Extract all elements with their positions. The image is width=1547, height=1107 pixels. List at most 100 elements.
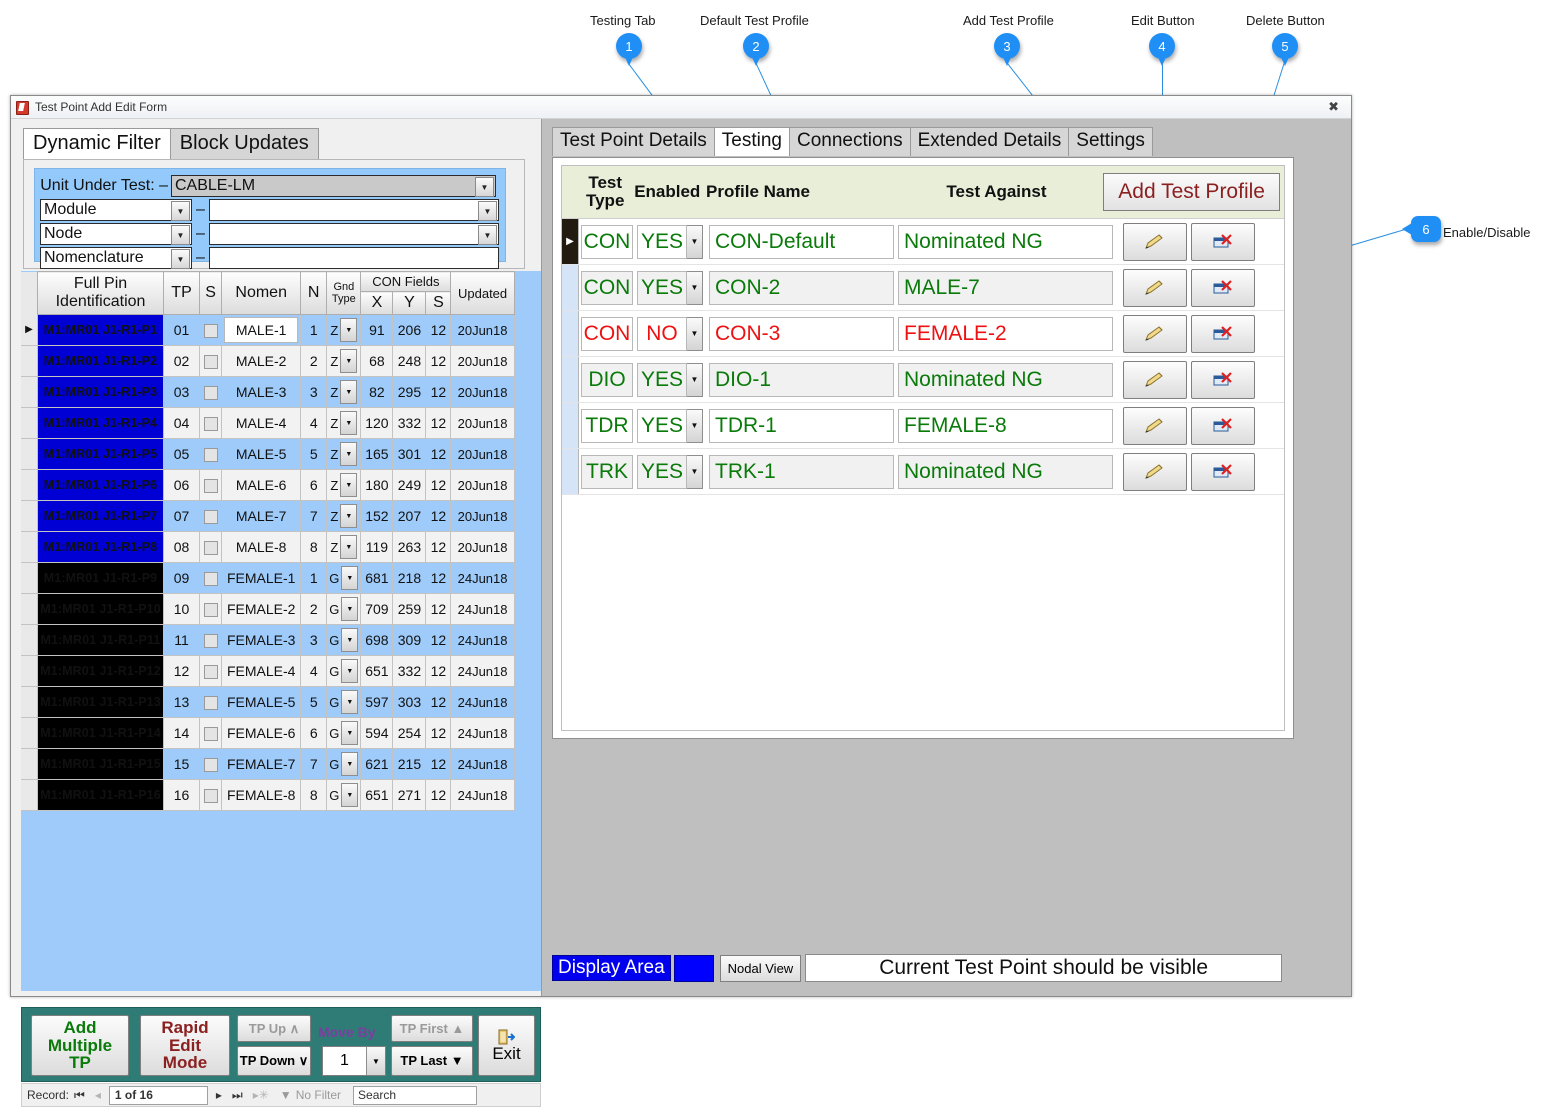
cell-tp[interactable]: 16	[164, 780, 200, 811]
checkbox-icon[interactable]	[204, 541, 218, 555]
delete-profile-button[interactable]	[1191, 223, 1255, 261]
cell-x[interactable]: 152	[361, 501, 393, 532]
chevron-down-icon[interactable]: ▼	[687, 455, 703, 489]
cell-select-checkbox[interactable]	[200, 346, 222, 377]
row-selector[interactable]	[21, 377, 38, 408]
tab-testing[interactable]: Testing	[714, 127, 790, 156]
cell-test-type[interactable]: TDR	[581, 409, 633, 443]
cell-profile-name[interactable]: TDR-1	[709, 409, 894, 443]
cell-full-pin-id[interactable]: M1:MR01 J1-R1-P6	[38, 470, 164, 501]
col-profile-name[interactable]: Profile Name	[702, 183, 890, 201]
cell-profile-name[interactable]: CON-Default	[709, 225, 894, 259]
add-multiple-tp-button[interactable]: Add Multiple TP	[31, 1015, 129, 1076]
cell-x[interactable]: 681	[361, 563, 393, 594]
cell-select-checkbox[interactable]	[200, 687, 222, 718]
cell-profile-name[interactable]: TRK-1	[709, 455, 894, 489]
cell-full-pin-id[interactable]: M1:MR01 J1-R1-P10	[38, 594, 164, 625]
cell-enabled[interactable]: YES▼	[635, 225, 703, 259]
cell-s[interactable]: 12	[426, 780, 451, 811]
test-profile-row[interactable]: ▶CONYES▼CON-DefaultNominated NG	[562, 219, 1284, 265]
gnd-type-combo[interactable]: G▼	[327, 594, 360, 624]
tab-settings[interactable]: Settings	[1068, 127, 1153, 156]
table-row[interactable]: M1:MR01 J1-R1-P1010FEMALE-22G▼7092591224…	[21, 594, 541, 625]
cell-full-pin-id[interactable]: M1:MR01 J1-R1-P7	[38, 501, 164, 532]
tab-test-point-details[interactable]: Test Point Details	[552, 127, 715, 156]
delete-profile-button[interactable]	[1191, 269, 1255, 307]
cell-full-pin-id[interactable]: M1:MR01 J1-R1-P8	[38, 532, 164, 563]
cell-tp[interactable]: 02	[164, 346, 200, 377]
cell-x[interactable]: 68	[361, 346, 393, 377]
table-row[interactable]: M1:MR01 J1-R1-P1414FEMALE-66G▼5942541224…	[21, 718, 541, 749]
col-n[interactable]: N	[301, 272, 327, 315]
test-profile-row[interactable]: TDRYES▼TDR-1FEMALE-8	[562, 403, 1284, 449]
table-row[interactable]: M1:MR01 J1-R1-P707MALE-77Z▼1522071220Jun…	[21, 501, 541, 532]
table-row[interactable]: M1:MR01 J1-R1-P303MALE-33Z▼822951220Jun1…	[21, 377, 541, 408]
table-row[interactable]: M1:MR01 J1-R1-P1616FEMALE-88G▼6512711224…	[21, 780, 541, 811]
row-selector[interactable]	[21, 408, 38, 439]
cell-test-type[interactable]: CON	[581, 271, 633, 305]
cell-y[interactable]: 332	[393, 408, 426, 439]
cell-test-type[interactable]: CON	[581, 317, 633, 351]
cell-gnd-type[interactable]: Z▼	[327, 315, 361, 346]
cell-x[interactable]: 180	[361, 470, 393, 501]
cell-full-pin-id[interactable]: M1:MR01 J1-R1-P16	[38, 780, 164, 811]
cell-y[interactable]: 309	[393, 625, 426, 656]
cell-test-against[interactable]: Nominated NG	[898, 455, 1113, 489]
edit-profile-button[interactable]	[1123, 269, 1187, 307]
profile-row-selector[interactable]	[562, 265, 579, 310]
tp-last-button[interactable]: TP Last ▼	[391, 1046, 473, 1076]
col-x[interactable]: X	[361, 292, 393, 315]
col-gnd-type[interactable]: Gnd Type	[327, 272, 361, 315]
cell-test-against[interactable]: Nominated NG	[898, 363, 1113, 397]
cell-select-checkbox[interactable]	[200, 501, 222, 532]
cell-gnd-type[interactable]: G▼	[327, 656, 361, 687]
col-test-against[interactable]: Test Against	[890, 183, 1104, 201]
cell-select-checkbox[interactable]	[200, 656, 222, 687]
tp-down-button[interactable]: TP Down ∨	[237, 1046, 311, 1076]
cell-n[interactable]: 2	[301, 346, 327, 377]
nodal-view-button[interactable]: Nodal View	[720, 955, 802, 982]
checkbox-icon[interactable]	[204, 510, 218, 524]
cell-full-pin-id[interactable]: M1:MR01 J1-R1-P3	[38, 377, 164, 408]
cell-n[interactable]: 1	[301, 315, 327, 346]
gnd-type-combo[interactable]: G▼	[327, 780, 360, 810]
chevron-down-icon[interactable]: ▼	[366, 1047, 385, 1075]
col-enabled[interactable]: Enabled	[633, 183, 703, 201]
checkbox-icon[interactable]	[204, 479, 218, 493]
cell-nomen[interactable]: FEMALE-7	[222, 749, 301, 780]
cell-select-checkbox[interactable]	[200, 780, 222, 811]
cell-n[interactable]: 6	[301, 718, 327, 749]
chevron-down-icon[interactable]: ▼	[478, 201, 497, 221]
cell-profile-name[interactable]: CON-3	[709, 317, 894, 351]
cell-gnd-type[interactable]: Z▼	[327, 377, 361, 408]
row-selector[interactable]	[21, 656, 38, 687]
cell-s[interactable]: 12	[426, 532, 451, 563]
move-by-stepper[interactable]: 1 ▼	[322, 1046, 386, 1076]
cell-y[interactable]: 303	[393, 687, 426, 718]
col-con-s[interactable]: S	[426, 292, 451, 315]
checkbox-icon[interactable]	[204, 355, 218, 369]
cell-n[interactable]: 4	[301, 656, 327, 687]
row-selector[interactable]	[21, 594, 38, 625]
tp-first-button[interactable]: TP First ▲	[391, 1015, 473, 1042]
profile-row-selector[interactable]	[562, 311, 579, 356]
table-row[interactable]: M1:MR01 J1-R1-P404MALE-44Z▼1203321220Jun…	[21, 408, 541, 439]
test-profile-row[interactable]: TRKYES▼TRK-1Nominated NG	[562, 449, 1284, 495]
cell-nomen[interactable]: FEMALE-2	[222, 594, 301, 625]
checkbox-icon[interactable]	[204, 572, 218, 586]
cell-full-pin-id[interactable]: M1:MR01 J1-R1-P2	[38, 346, 164, 377]
cell-full-pin-id[interactable]: M1:MR01 J1-R1-P12	[38, 656, 164, 687]
cell-select-checkbox[interactable]	[200, 439, 222, 470]
row-selector[interactable]	[21, 439, 38, 470]
chevron-down-icon[interactable]: ▼	[478, 225, 497, 245]
cell-select-checkbox[interactable]	[200, 718, 222, 749]
chevron-down-icon[interactable]: ▼	[687, 409, 703, 443]
gnd-type-combo[interactable]: Z▼	[327, 408, 360, 438]
gnd-type-combo[interactable]: G▼	[327, 625, 360, 655]
cell-updated[interactable]: 20Jun18	[451, 346, 514, 377]
cell-n[interactable]: 6	[301, 470, 327, 501]
cell-profile-name[interactable]: DIO-1	[709, 363, 894, 397]
cell-y[interactable]: 332	[393, 656, 426, 687]
cell-gnd-type[interactable]: Z▼	[327, 439, 361, 470]
cell-gnd-type[interactable]: Z▼	[327, 408, 361, 439]
